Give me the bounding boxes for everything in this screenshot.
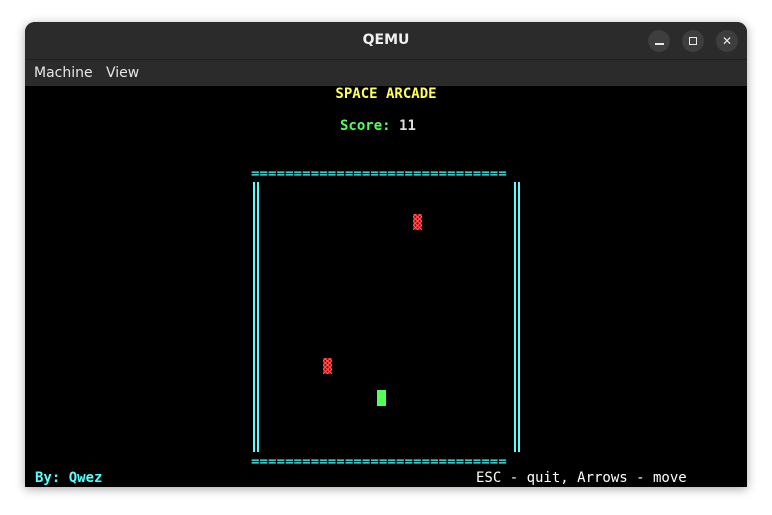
- menu-view[interactable]: View: [106, 60, 139, 86]
- arena-left-wall: [253, 182, 259, 452]
- arena-right-wall: [514, 182, 520, 452]
- player-ship: [377, 390, 386, 406]
- arena-top-wall: ==============================: [251, 166, 507, 182]
- close-icon: ✕: [721, 34, 733, 48]
- controls-help: ESC - quit, Arrows - move: [476, 470, 687, 486]
- menu-bar: Machine View: [25, 60, 747, 86]
- arena-bottom-wall: ==============================: [251, 454, 507, 470]
- maximize-button[interactable]: [682, 30, 704, 52]
- score-display: Score: 11: [340, 118, 416, 134]
- menu-machine[interactable]: Machine: [34, 60, 93, 86]
- minimize-icon: [654, 43, 664, 45]
- score-label: Score:: [340, 118, 391, 134]
- enemy-sprite: [413, 214, 422, 230]
- minimize-button[interactable]: [648, 30, 670, 52]
- emulator-screen[interactable]: SPACE ARCADE Score: 11 =================…: [25, 86, 747, 487]
- author-credit: By: Qwez: [35, 470, 103, 486]
- enemy-sprite: [323, 358, 332, 374]
- close-button[interactable]: ✕: [716, 30, 738, 52]
- score-value: 11: [399, 118, 416, 134]
- qemu-window: QEMU ✕ Machine View SPACE ARCADE Score: …: [25, 22, 747, 487]
- title-bar[interactable]: QEMU ✕: [25, 22, 747, 60]
- maximize-icon: [689, 37, 697, 45]
- game-title: SPACE ARCADE: [335, 86, 437, 102]
- window-title: QEMU: [362, 32, 410, 48]
